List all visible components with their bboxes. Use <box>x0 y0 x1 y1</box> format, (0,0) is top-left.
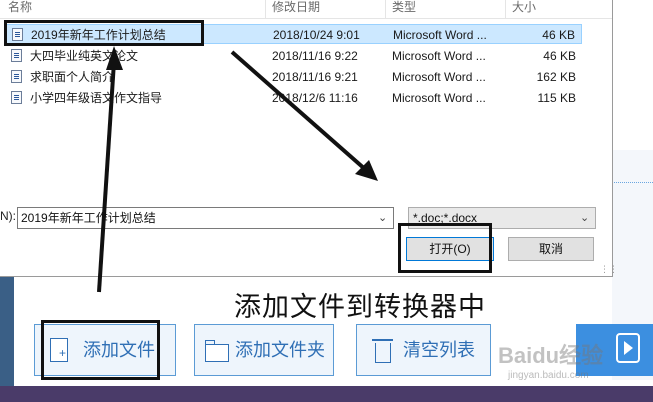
file-size: 162 KB <box>536 70 576 84</box>
chevron-down-icon[interactable]: ⌄ <box>580 211 589 224</box>
file-modified: 2018/10/24 9:01 <box>273 28 360 42</box>
cancel-button[interactable]: 取消 <box>508 237 594 261</box>
highlight-box <box>4 20 204 46</box>
file-size: 46 KB <box>542 28 575 42</box>
file-name: 求职面个人简介 <box>30 70 115 84</box>
file-modified: 2018/12/6 11:16 <box>272 91 358 105</box>
word-file-icon <box>11 49 22 62</box>
add-folder-icon <box>204 340 229 362</box>
file-modified: 2018/11/16 9:21 <box>272 70 358 84</box>
chevron-down-icon[interactable]: ⌄ <box>378 211 387 224</box>
add-folder-label: 添加文件夹 <box>235 340 325 360</box>
word-file-icon <box>11 91 22 104</box>
file-row[interactable]: 求职面个人简介 2018/11/16 9:21 Microsoft Word .… <box>4 67 582 87</box>
watermark-url: jingyan.baidu.com <box>508 370 589 381</box>
app-bottom-bar <box>0 386 653 402</box>
column-separator[interactable] <box>385 0 386 18</box>
word-file-icon <box>11 70 22 83</box>
column-size[interactable]: 大小 <box>512 0 536 18</box>
file-modified: 2018/11/16 9:22 <box>272 49 358 63</box>
play-icon <box>616 333 640 363</box>
column-separator[interactable] <box>265 0 266 18</box>
clear-list-button[interactable]: 清空列表 <box>356 324 491 376</box>
resize-grip-icon[interactable]: ⋮⋮ <box>600 264 618 275</box>
highlight-box <box>41 320 160 380</box>
baidu-watermark-logo: Baidu经验 <box>498 343 604 368</box>
file-row[interactable]: 大四毕业纯英文论文 2018/11/16 9:22 Microsoft Word… <box>4 46 582 66</box>
file-list-header: 名称 修改日期 类型 大小 <box>0 0 612 19</box>
file-name: 大四毕业纯英文论文 <box>30 49 139 63</box>
file-type: Microsoft Word ... <box>392 91 486 105</box>
file-type: Microsoft Word ... <box>392 49 486 63</box>
column-name[interactable]: 名称 <box>8 0 32 18</box>
file-size: 46 KB <box>543 49 576 63</box>
highlight-box <box>398 223 492 273</box>
file-row[interactable]: 小学四年级语文作文指导 2018/12/6 11:16 Microsoft Wo… <box>4 88 582 108</box>
column-modified[interactable]: 修改日期 <box>272 0 320 18</box>
clear-list-label: 清空列表 <box>403 340 475 360</box>
dotted-divider <box>612 182 653 183</box>
file-name: 小学四年级语文作文指导 <box>30 91 163 105</box>
file-type: Microsoft Word ... <box>392 70 486 84</box>
column-separator[interactable] <box>505 0 506 18</box>
add-folder-button[interactable]: 添加文件夹 <box>194 324 334 376</box>
filename-label: N): <box>0 209 16 223</box>
filename-input[interactable]: 2019年新年工作计划总结 <box>17 207 394 229</box>
trash-icon <box>372 339 393 363</box>
file-type: Microsoft Word ... <box>393 28 487 42</box>
column-type[interactable]: 类型 <box>392 0 416 18</box>
tutorial-caption: 添加文件到转换器中 <box>234 292 486 323</box>
file-size: 115 KB <box>537 91 576 105</box>
